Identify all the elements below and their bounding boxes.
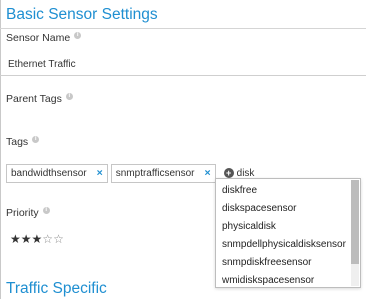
close-icon[interactable]: × xyxy=(97,167,103,179)
info-icon[interactable]: i xyxy=(32,135,40,143)
star-icon[interactable]: ★ xyxy=(21,232,32,246)
suggestion-item[interactable]: diskspacesensor xyxy=(216,200,360,218)
suggestion-item[interactable]: wmidiskspacesensor xyxy=(216,272,360,290)
suggestion-item[interactable]: physicaldisk xyxy=(216,218,360,236)
info-icon[interactable]: i xyxy=(65,92,73,100)
tag-suggestions-dropdown: diskfree diskspacesensor physicaldisk sn… xyxy=(215,178,361,288)
tags-label-text: Tags xyxy=(6,136,29,148)
add-icon[interactable]: + xyxy=(223,168,234,178)
left-border xyxy=(0,0,1,299)
suggestion-item[interactable]: snmpdiskfreesensor xyxy=(216,254,360,272)
parent-tags-label-text: Parent Tags xyxy=(6,93,62,105)
priority-rating[interactable]: ★★★☆☆ xyxy=(10,232,64,246)
tag-chip: bandwidthsensor × xyxy=(6,163,108,183)
tag-chip-label: bandwidthsensor xyxy=(11,167,87,179)
sensor-settings-page: Basic Sensor Settings Sensor Name i Ethe… xyxy=(0,0,366,299)
tag-input-value[interactable]: disk xyxy=(237,168,255,179)
tag-entry[interactable]: + disk xyxy=(223,168,255,179)
star-icon[interactable]: ★ xyxy=(10,232,21,246)
tags-label: Tags i xyxy=(6,135,40,148)
close-icon[interactable]: × xyxy=(205,167,211,179)
sensor-name-label-text: Sensor Name xyxy=(6,32,71,44)
tag-chip: snmptrafficsensor × xyxy=(110,163,216,183)
star-icon[interactable]: ★ xyxy=(32,232,43,246)
tag-chip-label: snmptrafficsensor xyxy=(115,167,195,179)
sensor-name-label: Sensor Name i xyxy=(6,31,82,44)
sensor-name-field[interactable]: Ethernet Traffic xyxy=(0,54,366,76)
star-icon[interactable]: ☆ xyxy=(53,232,64,246)
info-icon[interactable]: i xyxy=(74,31,82,39)
sensor-name-value: Ethernet Traffic xyxy=(8,59,76,70)
priority-label: Priority i xyxy=(6,206,50,219)
section-divider xyxy=(0,28,366,29)
priority-label-text: Priority xyxy=(6,207,39,219)
parent-tags-label: Parent Tags i xyxy=(6,92,73,105)
star-icon[interactable]: ☆ xyxy=(42,232,53,246)
section-title-traffic: Traffic Specific xyxy=(6,280,107,297)
scroll-thumb[interactable] xyxy=(351,180,359,264)
dropdown-scrollbar[interactable] xyxy=(351,180,359,286)
suggestion-item[interactable]: snmpdellphysicaldisksensor xyxy=(216,236,360,254)
suggestion-item[interactable]: diskfree xyxy=(216,182,360,200)
info-icon[interactable]: i xyxy=(42,206,50,214)
section-title-basic: Basic Sensor Settings xyxy=(6,6,158,23)
